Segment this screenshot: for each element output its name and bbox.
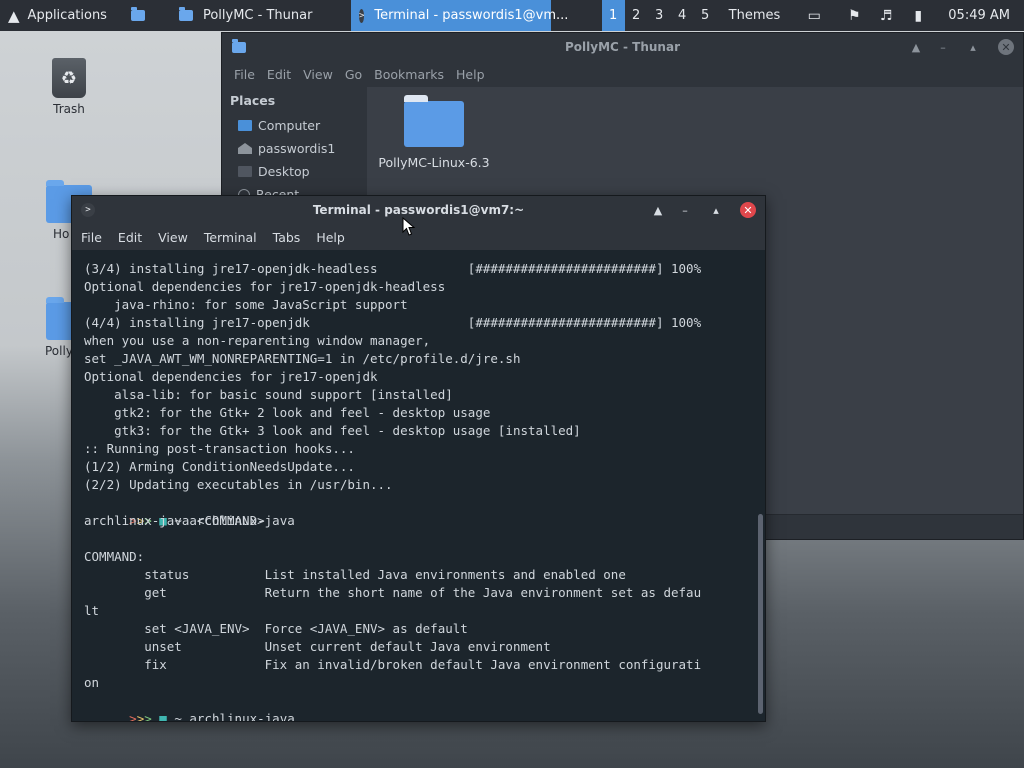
output-line: fix Fix an invalid/broken default Java e…	[84, 657, 702, 672]
file-label: PollyMC-Linux-6.3	[378, 155, 490, 170]
folder-icon	[178, 7, 193, 21]
clock[interactable]: 05:49 AM	[940, 0, 1018, 31]
folder-icon: ■	[159, 711, 167, 721]
output-line: when you use a non-reparenting window ma…	[84, 333, 431, 348]
terminal-icon: >	[358, 8, 365, 23]
output-line: (4/4) installing jre17-openjdk [########…	[84, 315, 702, 330]
output-line: set <JAVA_ENV> Force <JAVA_ENV> as defau…	[84, 621, 468, 636]
battery-icon[interactable]: ▮	[902, 0, 934, 31]
output-line: unset Unset current default Java environ…	[84, 639, 551, 654]
output-line: status List installed Java environments …	[84, 567, 626, 582]
maximize-button[interactable]: ▴	[708, 202, 724, 218]
menu-edit[interactable]: Edit	[261, 67, 297, 82]
menu-bookmarks[interactable]: Bookmarks	[368, 67, 450, 82]
menu-file[interactable]: File	[228, 67, 261, 82]
menu-view[interactable]: View	[152, 230, 194, 245]
close-button[interactable]: ✕	[998, 39, 1014, 55]
close-button[interactable]: ✕	[740, 202, 756, 218]
folder-icon	[404, 95, 464, 147]
output-line: COMMAND:	[84, 549, 145, 564]
workspace-3[interactable]: 3	[648, 0, 671, 31]
task-terminal[interactable]: > Terminal - passwordis1@vm...	[350, 0, 568, 31]
top-panel: ▲ Applications PollyMC - Thunar > Termin…	[0, 0, 1024, 31]
menu-help[interactable]: Help	[310, 230, 351, 245]
workspace-1[interactable]: 1	[601, 0, 625, 31]
file-manager-launcher[interactable]	[123, 0, 153, 31]
output-line: Optional dependencies for jre17-openjdk	[84, 369, 378, 384]
notifications-bell-icon[interactable]: ⚑	[838, 0, 870, 31]
output-line: lt	[84, 603, 100, 618]
terminal-scrollbar[interactable]	[758, 514, 763, 714]
output-line: on	[84, 675, 100, 690]
workspace-4[interactable]: 4	[671, 0, 694, 31]
output-line: java-rhino: for some JavaScript support	[84, 297, 408, 312]
menu-tabs[interactable]: Tabs	[267, 230, 307, 245]
applications-label: Applications	[27, 8, 107, 23]
computer-icon	[238, 120, 252, 131]
output-line: (1/2) Arming ConditionNeedsUpdate...	[84, 459, 355, 474]
prompt-arrows: >>>	[129, 711, 152, 721]
menu-terminal[interactable]: Terminal	[198, 230, 263, 245]
shade-button[interactable]: ▲	[908, 39, 924, 55]
output-line: get Return the short name of the Java en…	[84, 585, 702, 600]
mouse-pointer-icon	[402, 217, 416, 236]
terminal-icon: >	[81, 203, 95, 217]
output-line: archlinux-java <COMMAND>	[84, 513, 265, 528]
task-thunar[interactable]: PollyMC - Thunar	[171, 0, 351, 31]
workspace-5[interactable]: 5	[694, 0, 717, 31]
menu-edit[interactable]: Edit	[112, 230, 148, 245]
themes-button[interactable]: Themes	[721, 0, 789, 31]
place-home[interactable]: passwordis1	[222, 137, 367, 160]
prompt-line: >>> ■ ~ archlinux-java	[84, 494, 765, 528]
menu-go[interactable]: Go	[339, 67, 368, 82]
output-line: Optional dependencies for jre17-openjdk-…	[84, 279, 446, 294]
terminal-menubar: File Edit View Terminal Tabs Help	[72, 224, 765, 250]
minimize-button[interactable]: –	[677, 202, 693, 218]
thunar-titlebar[interactable]: PollyMC - Thunar ▲ – ▴ ✕	[222, 33, 1023, 61]
prompt-line: >>> ■ ~ archlinux-java	[84, 692, 765, 721]
terminal-titlebar[interactable]: > Terminal - passwordis1@vm7:~ ▲ – ▴ ✕	[72, 196, 765, 224]
folder-icon	[130, 7, 145, 21]
home-icon	[238, 143, 252, 154]
place-desktop[interactable]: Desktop	[222, 160, 367, 183]
menu-view[interactable]: View	[297, 67, 339, 82]
terminal-output[interactable]: (3/4) installing jre17-openjdk-headless …	[72, 250, 765, 721]
output-line: alsa-lib: for basic sound support [insta…	[84, 387, 453, 402]
output-line: set _JAVA_AWT_WM_NONREPARENTING=1 in /et…	[84, 351, 521, 366]
place-computer[interactable]: Computer	[222, 114, 367, 137]
display-icon[interactable]: ▭	[798, 0, 830, 31]
output-line: (3/4) installing jre17-openjdk-headless …	[84, 261, 702, 276]
window-title: PollyMC - Thunar	[564, 40, 680, 54]
place-label: Computer	[258, 118, 321, 133]
output-line: (2/2) Updating executables in /usr/bin..…	[84, 477, 393, 492]
prompt-command: ~ archlinux-java	[174, 711, 295, 721]
shade-button[interactable]: ▲	[650, 202, 666, 218]
workspace-2[interactable]: 2	[625, 0, 648, 31]
minimize-button[interactable]: –	[935, 39, 951, 55]
terminal-window: > Terminal - passwordis1@vm7:~ ▲ – ▴ ✕ F…	[71, 195, 766, 722]
output-line: :: Running post-transaction hooks...	[84, 441, 355, 456]
desktop-icon-label: Trash	[53, 102, 85, 116]
output-line: gtk2: for the Gtk+ 2 look and feel - des…	[84, 405, 491, 420]
menu-file[interactable]: File	[75, 230, 108, 245]
volume-icon[interactable]: ♬	[870, 0, 902, 31]
file-item-pollymc[interactable]: PollyMC-Linux-6.3	[374, 95, 494, 170]
trash-icon: ♻	[52, 58, 86, 98]
task-label: PollyMC - Thunar	[202, 8, 313, 23]
desktop-icon-trash[interactable]: ♻ Trash	[37, 58, 101, 116]
place-label: passwordis1	[258, 141, 336, 156]
menu-help[interactable]: Help	[450, 67, 491, 82]
place-label: Desktop	[258, 164, 310, 179]
arch-logo-icon: ▲	[8, 6, 20, 25]
output-line: gtk3: for the Gtk+ 3 look and feel - des…	[84, 423, 581, 438]
desktop-icon	[238, 166, 252, 177]
applications-menu-button[interactable]: ▲ Applications	[0, 0, 115, 31]
task-label: Terminal - passwordis1@vm...	[374, 8, 569, 23]
maximize-button[interactable]: ▴	[965, 39, 981, 55]
places-header: Places	[230, 93, 276, 108]
thunar-menubar: File Edit View Go Bookmarks Help	[222, 61, 1023, 87]
folder-icon	[232, 38, 246, 53]
